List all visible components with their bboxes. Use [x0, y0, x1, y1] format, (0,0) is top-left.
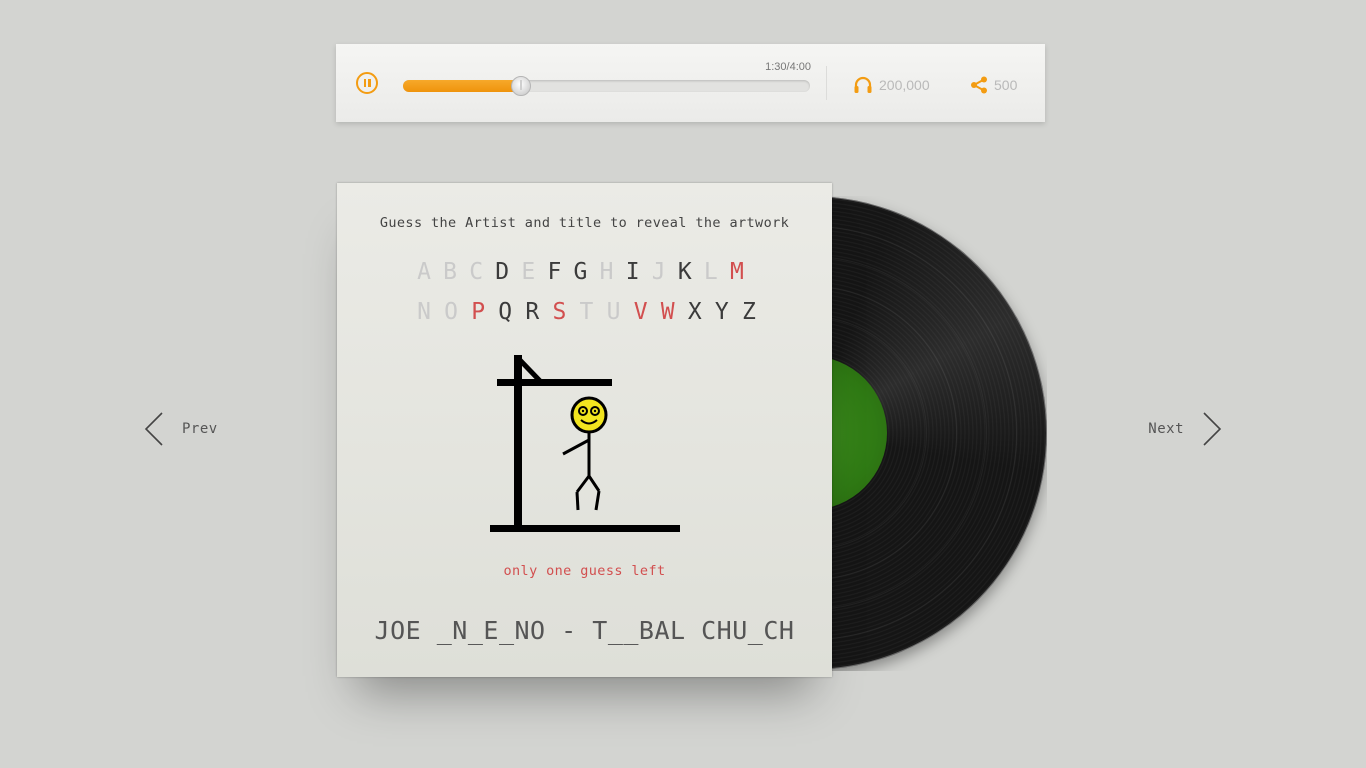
letter-n[interactable]: N [414, 299, 434, 325]
letter-g[interactable]: G [570, 259, 590, 285]
letter-a[interactable]: A [414, 259, 434, 285]
next-label: Next [1148, 421, 1184, 437]
prev-button[interactable]: Prev [144, 412, 218, 446]
letter-b[interactable]: B [440, 259, 460, 285]
letter-l[interactable]: L [701, 259, 721, 285]
letter-m[interactable]: M [727, 259, 747, 285]
letter-v[interactable]: V [631, 299, 651, 325]
progress-fill [403, 80, 522, 92]
instruction-text: Guess the Artist and title to reveal the… [379, 215, 790, 231]
letter-h[interactable]: H [597, 259, 617, 285]
hangman-card: Guess the Artist and title to reveal the… [337, 183, 832, 677]
letter-y[interactable]: Y [712, 299, 732, 325]
letter-z[interactable]: Z [739, 299, 759, 325]
pause-button[interactable] [356, 72, 378, 94]
letter-p[interactable]: P [468, 299, 488, 325]
letter-k[interactable]: K [675, 259, 695, 285]
progress-handle[interactable] [511, 76, 532, 96]
letter-row-2: NOPQRSTUVWXYZ [414, 299, 759, 325]
letter-s[interactable]: S [549, 299, 569, 325]
letter-x[interactable]: X [685, 299, 705, 325]
pause-icon [363, 79, 366, 87]
listens-count[interactable]: 200,000 [853, 75, 930, 95]
headphones-icon [854, 76, 872, 93]
answer-puzzle: JOE _N_E_NO - T__BAL CHU_CH [374, 616, 795, 645]
letter-c[interactable]: C [466, 259, 486, 285]
letter-t[interactable]: T [576, 299, 596, 325]
letter-o[interactable]: O [441, 299, 461, 325]
vinyl-record [809, 196, 1047, 671]
letter-row-1: ABCDEFGHIJKLM [414, 259, 747, 285]
letter-j[interactable]: J [649, 259, 669, 285]
letter-r[interactable]: R [522, 299, 542, 325]
progress-track[interactable] [403, 76, 810, 96]
listens-value: 200,000 [879, 77, 930, 93]
playback-time: 1:30/4:00 [765, 61, 811, 73]
chevron-left-icon [144, 412, 163, 446]
letter-u[interactable]: U [604, 299, 624, 325]
shares-value: 500 [994, 77, 1018, 93]
letter-q[interactable]: Q [495, 299, 515, 325]
prev-label: Prev [182, 421, 218, 437]
share-icon [971, 76, 987, 94]
letter-d[interactable]: D [492, 259, 512, 285]
divider [826, 66, 827, 100]
letter-w[interactable]: W [658, 299, 678, 325]
letter-f[interactable]: F [544, 259, 564, 285]
guesses-left-text: only one guess left [503, 563, 666, 579]
letter-i[interactable]: I [623, 259, 643, 285]
shares-count[interactable]: 500 [970, 75, 1017, 95]
chevron-right-icon [1203, 412, 1222, 446]
next-button[interactable]: Next [1148, 412, 1222, 446]
hangman-drawing [490, 355, 680, 532]
letter-e[interactable]: E [518, 259, 538, 285]
audio-player-bar: 1:30/4:00 200,000 500 [336, 44, 1045, 122]
